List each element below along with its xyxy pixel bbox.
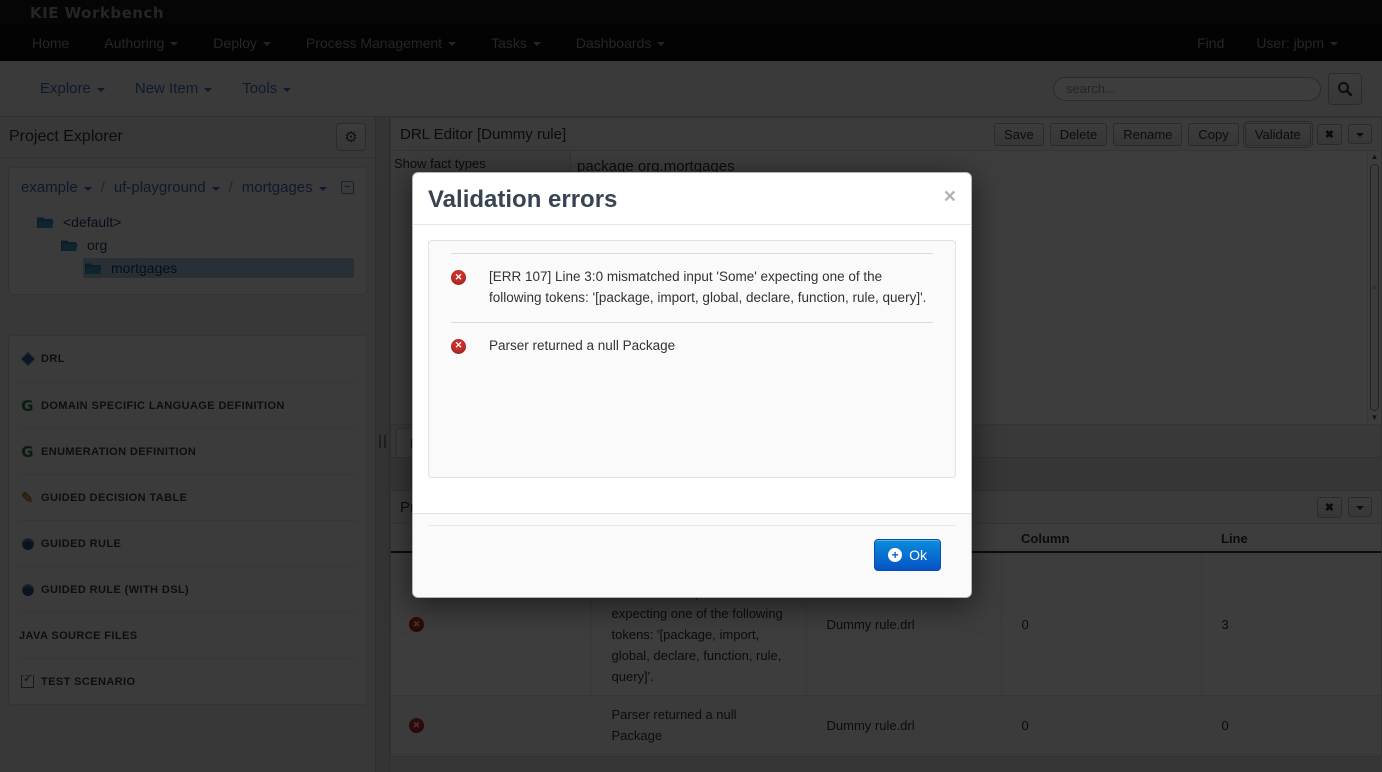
circle-plus-icon: + bbox=[888, 548, 902, 562]
ok-button[interactable]: + Ok bbox=[874, 539, 941, 571]
modal-close-button[interactable]: × bbox=[944, 186, 956, 207]
error-message: Parser returned a null Package bbox=[489, 336, 675, 357]
close-icon: × bbox=[944, 185, 956, 208]
modal-header: Validation errors × bbox=[413, 173, 971, 225]
modal-footer: + Ok bbox=[413, 513, 971, 597]
error-message: [ERR 107] Line 3:0 mismatched input 'Som… bbox=[489, 267, 933, 309]
list-item: ✕ [ERR 107] Line 3:0 mismatched input 'S… bbox=[451, 253, 933, 322]
modal-body: ✕ [ERR 107] Line 3:0 mismatched input 'S… bbox=[413, 225, 971, 513]
error-icon: ✕ bbox=[451, 339, 466, 354]
list-item: ✕ Parser returned a null Package bbox=[451, 322, 933, 370]
modal-title: Validation errors bbox=[428, 186, 617, 214]
error-list: ✕ [ERR 107] Line 3:0 mismatched input 'S… bbox=[428, 240, 956, 478]
validation-errors-modal: Validation errors × ✕ [ERR 107] Line 3:0… bbox=[412, 172, 972, 598]
error-icon: ✕ bbox=[451, 270, 466, 285]
